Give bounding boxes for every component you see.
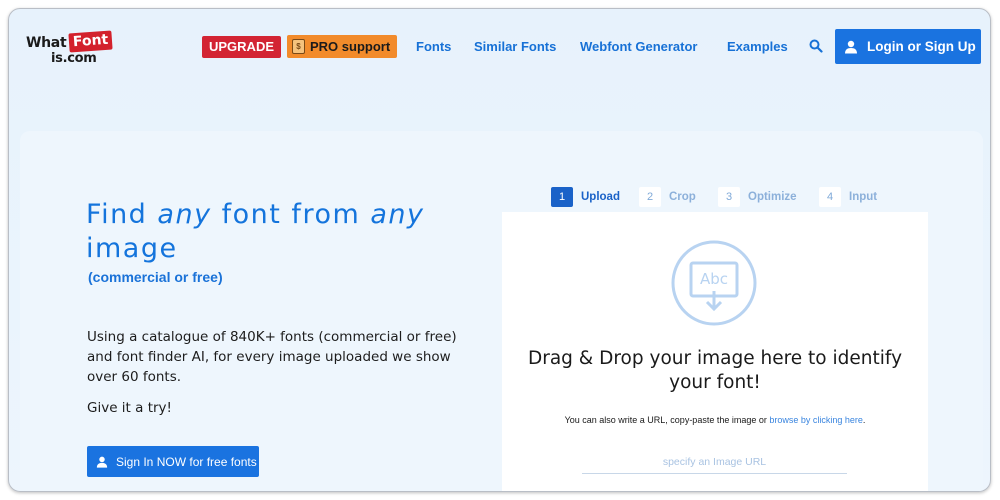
step-optimize[interactable]: 3 Optimize	[718, 187, 797, 207]
hero-title: Find any font from any image	[86, 199, 425, 264]
signin-free-fonts-button[interactable]: Sign In NOW for free fonts	[87, 446, 259, 477]
step-number: 1	[551, 187, 573, 207]
step-number: 2	[639, 187, 661, 207]
signin-free-fonts-label: Sign In NOW for free fonts	[116, 454, 257, 469]
hero-card: Find any font from any image (commercial …	[20, 131, 983, 491]
step-number: 4	[819, 187, 841, 207]
upload-dropzone[interactable]: Abc Drag & Drop your image here to ident…	[502, 212, 928, 491]
image-url-input[interactable]	[582, 450, 847, 474]
step-label: Crop	[669, 191, 696, 203]
nav-examples[interactable]: Examples	[727, 39, 788, 54]
step-upload[interactable]: 1 Upload	[551, 187, 620, 207]
hero-subtitle: (commercial or free)	[88, 269, 223, 285]
dropzone-title: Drag & Drop your image here to identify …	[527, 348, 903, 393]
pro-support-label: PRO support	[310, 39, 391, 54]
login-signup-button[interactable]: Login or Sign Up	[835, 29, 981, 64]
step-number: 3	[718, 187, 740, 207]
browse-link[interactable]: browse by clicking here	[769, 415, 863, 425]
step-label: Upload	[581, 191, 620, 203]
search-icon[interactable]	[809, 39, 823, 53]
browser-frame: What Font is.com UPGRADE $ PRO support F…	[8, 8, 991, 492]
step-label: Input	[849, 191, 878, 203]
step-label: Optimize	[748, 191, 797, 203]
user-icon	[845, 40, 857, 53]
nav-webfont-generator[interactable]: Webfont Generator	[580, 39, 698, 54]
pro-support-icon: $	[292, 39, 305, 54]
dropzone-hint: You can also write a URL, copy-paste the…	[564, 415, 866, 425]
whatfontis-logo[interactable]: What Font is.com	[23, 30, 113, 71]
step-crop[interactable]: 2 Crop	[639, 187, 696, 207]
logo-word-font: Font	[68, 30, 113, 53]
pro-support-button[interactable]: $ PRO support	[287, 35, 398, 58]
step-input[interactable]: 4 Input	[819, 187, 877, 207]
user-icon	[96, 456, 108, 468]
nav-similar-fonts[interactable]: Similar Fonts	[474, 39, 556, 54]
nav-fonts[interactable]: Fonts	[416, 39, 451, 54]
login-signup-label: Login or Sign Up	[867, 39, 976, 54]
upgrade-button[interactable]: UPGRADE	[202, 36, 282, 58]
hero-description: Using a catalogue of 840K+ fonts (commer…	[87, 329, 457, 385]
abc-glyph: Abc	[700, 270, 728, 288]
logo-word-iscom: is.com	[51, 51, 97, 66]
hero-try-text: Give it a try!	[87, 400, 172, 416]
logo-word-what: What	[26, 35, 67, 51]
image-upload-icon: Abc	[671, 240, 757, 326]
